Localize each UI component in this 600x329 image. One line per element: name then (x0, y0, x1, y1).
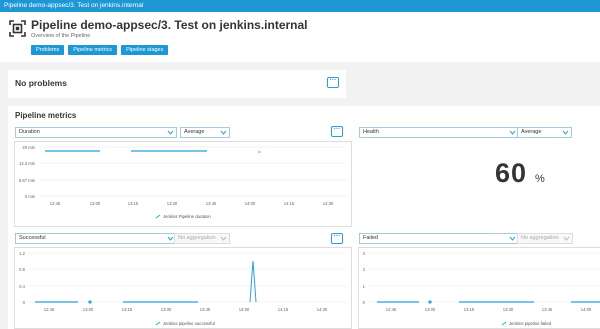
successful-x-tick: 13:45 (200, 307, 211, 312)
duration-grid (39, 146, 347, 197)
chevron-down-icon (509, 130, 516, 135)
failed-chart: 3 2 1 0 12:45 13:00 13:15 13:30 13:45 14… (358, 247, 600, 329)
failed-y-tick: 0 (363, 300, 366, 305)
chevron-down-icon (167, 130, 174, 135)
tab-problems[interactable]: Problems (31, 45, 65, 55)
duration-chart: 20 min 13.3 min 6.67 min 0 min 12:45 13:… (14, 141, 352, 227)
duration-metric-select[interactable]: Duration (15, 127, 177, 138)
successful-x-tick: 14:15 (278, 307, 289, 312)
health-aggregation-select[interactable]: Average (517, 127, 572, 138)
successful-data-point (88, 300, 92, 304)
problems-more-button[interactable]: ··· (327, 77, 339, 88)
successful-x-tick: 13:00 (83, 307, 94, 312)
health-metric-select[interactable]: Health (359, 127, 519, 138)
failed-x-tick: 13:45 (542, 307, 553, 312)
successful-y-tick: 0.8 (19, 267, 25, 272)
successful-more-button[interactable]: ··· (331, 233, 343, 244)
successful-chart-svg: 1.2 0.8 0.4 0 12:45 13:00 13:15 13:30 13… (19, 251, 347, 326)
duration-y-tick: 13.3 min (19, 161, 36, 166)
duration-aggregation-value: Average (184, 129, 205, 135)
duration-chart-svg: 20 min 13.3 min 6.67 min 0 min 12:45 13:… (19, 145, 347, 219)
chevron-down-icon (563, 236, 570, 241)
failed-legend: Jenkins pipeline failed (509, 321, 552, 326)
successful-x-tick: 14:00 (239, 307, 250, 312)
chevron-down-icon (167, 236, 174, 241)
successful-grid (29, 252, 347, 303)
page-title: Pipeline demo-appsec/3. Test on jenkins.… (31, 18, 308, 32)
successful-metric-select[interactable]: Successful (15, 233, 177, 244)
failed-grid (369, 252, 600, 303)
health-aggregation-value: Average (521, 129, 542, 135)
failed-metric-value: Failed (363, 235, 378, 241)
window-title-bar: Pipeline demo-appsec/3. Test on jenkins.… (0, 0, 600, 12)
duration-x-tick: 14:30 (323, 201, 334, 206)
duration-legend: Jenkins Pipeline duration (163, 214, 211, 219)
duration-x-tick: 13:45 (206, 201, 217, 206)
failed-aggregation-select[interactable]: No aggregation (517, 233, 573, 244)
failed-x-tick: 12:45 (386, 307, 397, 312)
duration-metric-value: Duration (19, 129, 40, 135)
duration-more-button[interactable]: ··· (331, 126, 343, 137)
problems-title: No problems (15, 78, 67, 88)
chevron-down-icon (220, 236, 227, 241)
tab-pipeline-stages[interactable]: Pipeline stages (121, 45, 169, 55)
failed-x-tick: 13:30 (503, 307, 514, 312)
tab-bar: Problems Pipeline metrics Pipeline stage… (31, 45, 172, 55)
successful-aggregation-value: No aggregation (178, 235, 216, 241)
window-title: Pipeline demo-appsec/3. Test on jenkins.… (4, 2, 144, 9)
chevron-down-icon (562, 130, 569, 135)
duration-y-tick: 6.67 min (19, 178, 36, 183)
successful-spike-line (249, 260, 257, 303)
chevron-down-icon (220, 130, 227, 135)
failed-y-tick: 3 (363, 251, 366, 256)
failed-x-tick: 13:00 (425, 307, 436, 312)
legend-line-icon (155, 214, 161, 219)
failed-data-point (428, 300, 432, 304)
health-unit: % (535, 173, 545, 185)
successful-x-tick: 13:30 (161, 307, 172, 312)
failed-x-tick: 14:00 (581, 307, 592, 312)
successful-aggregation-select[interactable]: No aggregation (174, 233, 230, 244)
duration-x-tick: 14:15 (284, 201, 295, 206)
duration-x-tick: 13:30 (167, 201, 178, 206)
legend-line-icon (155, 321, 161, 326)
duration-x-tick: 14:00 (245, 201, 256, 206)
tab-pipeline-metrics[interactable]: Pipeline metrics (68, 45, 118, 55)
pipeline-icon (9, 20, 26, 37)
successful-y-tick: 1.2 (19, 251, 25, 256)
successful-y-tick: 0 (23, 300, 26, 305)
successful-legend: Jenkins pipeline successful (163, 321, 215, 326)
failed-x-tick: 13:15 (464, 307, 475, 312)
failed-y-tick: 2 (363, 267, 366, 272)
duration-aggregation-select[interactable]: Average (180, 127, 230, 138)
pipeline-metrics-panel: Pipeline metrics Duration Average ··· He… (8, 106, 600, 329)
successful-metric-value: Successful (19, 235, 46, 241)
health-metric-value: Health (363, 129, 379, 135)
successful-x-tick: 13:15 (122, 307, 133, 312)
failed-aggregation-value: No aggregation (521, 235, 559, 241)
successful-y-tick: 0.4 (19, 284, 25, 289)
health-value: 60 (495, 158, 528, 188)
duration-x-tick: 13:00 (90, 201, 101, 206)
page-subtitle: Overview of the Pipeline (31, 33, 91, 39)
duration-x-tick: 13:15 (128, 201, 139, 206)
page-header: Pipeline demo-appsec/3. Test on jenkins.… (0, 12, 600, 62)
duration-y-tick: 0 min (25, 194, 36, 199)
failed-metric-select[interactable]: Failed (359, 233, 519, 244)
legend-line-icon (501, 321, 507, 326)
successful-x-tick: 12:45 (44, 307, 55, 312)
failed-chart-svg: 3 2 1 0 12:45 13:00 13:15 13:30 13:45 14… (363, 251, 600, 326)
successful-chart: 1.2 0.8 0.4 0 12:45 13:00 13:15 13:30 13… (14, 247, 352, 329)
successful-x-tick: 14:30 (317, 307, 328, 312)
duration-y-tick: 20 min (22, 145, 35, 150)
chevron-down-icon (509, 236, 516, 241)
duration-x-tick: 12:45 (50, 201, 61, 206)
metrics-title: Pipeline metrics (15, 111, 77, 120)
problems-panel: No problems ··· (8, 70, 346, 98)
failed-y-tick: 1 (363, 284, 366, 289)
